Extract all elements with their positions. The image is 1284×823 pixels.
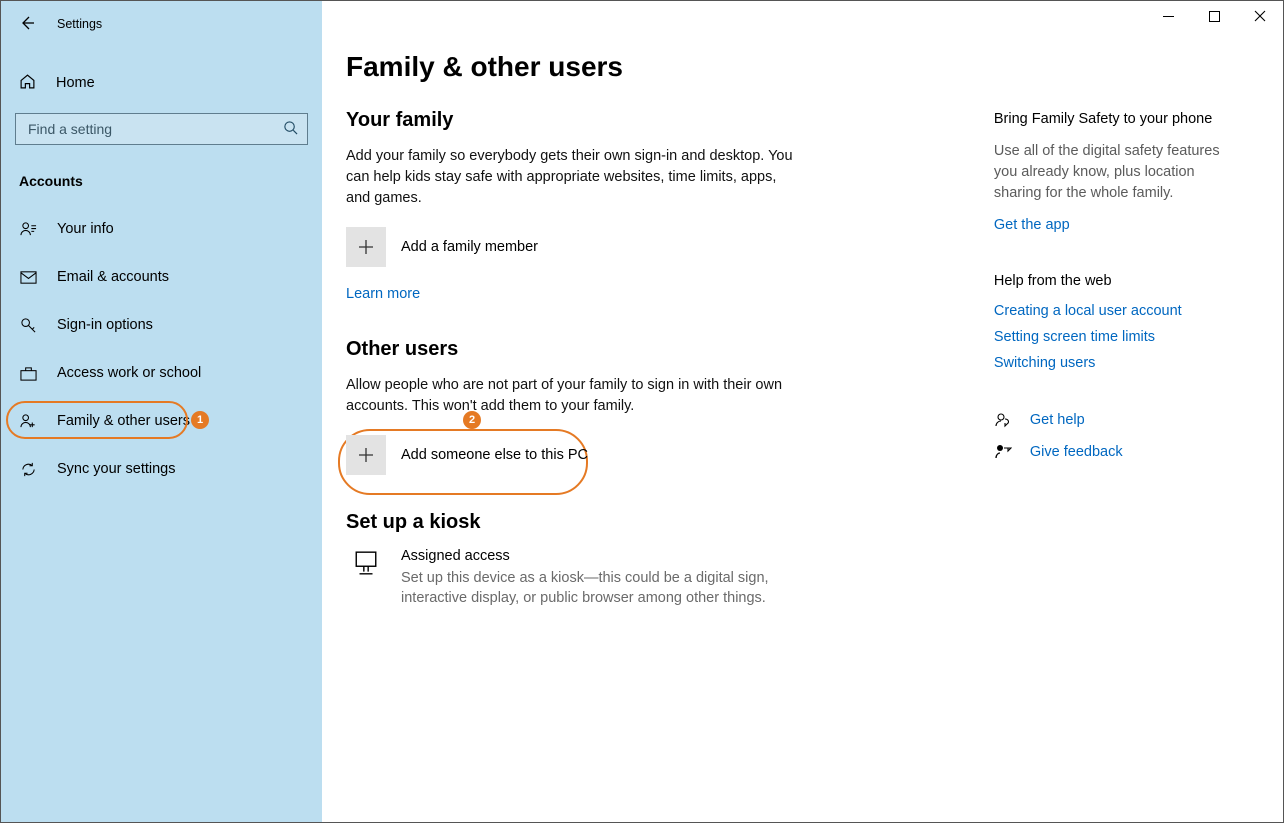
sidebar-item-label: Sign-in options <box>57 317 153 333</box>
plus-icon <box>346 227 386 267</box>
web-link-screen-time[interactable]: Setting screen time limits <box>994 329 1243 345</box>
get-app-link[interactable]: Get the app <box>994 217 1070 233</box>
get-help-label: Get help <box>1030 412 1085 428</box>
people-icon <box>19 413 37 430</box>
side-safety-desc: Use all of the digital safety features y… <box>994 141 1243 204</box>
sidebar-item-label: Access work or school <box>57 365 201 381</box>
content-main: Your family Add your family so everybody… <box>346 109 934 609</box>
sidebar-item-label: Your info <box>57 221 114 237</box>
kiosk-title: Assigned access <box>401 548 781 564</box>
sidebar-category: Accounts <box>19 173 304 189</box>
sidebar-item-your-info[interactable]: Your info <box>1 205 322 253</box>
main-panel: Family & other users Your family Add you… <box>322 1 1283 822</box>
plus-icon <box>346 435 386 475</box>
add-family-label: Add a family member <box>401 239 538 255</box>
search-box <box>15 113 308 145</box>
sidebar-item-label: Email & accounts <box>57 269 169 285</box>
section-others-heading: Other users <box>346 338 934 361</box>
home-icon <box>19 73 36 93</box>
settings-app: Settings Home Accounts Your info <box>1 1 1283 822</box>
family-desc: Add your family so everybody gets their … <box>346 146 801 209</box>
web-link-local-account[interactable]: Creating a local user account <box>994 303 1243 319</box>
page-title: Family & other users <box>346 51 1243 83</box>
give-feedback-link[interactable]: Give feedback <box>994 443 1243 461</box>
mail-icon <box>19 269 37 286</box>
search-icon <box>283 120 298 138</box>
nav-list: Your info Email & accounts Sign-in optio… <box>1 205 322 493</box>
section-family-heading: Your family <box>346 109 934 132</box>
sidebar-item-sync[interactable]: Sync your settings <box>1 445 322 493</box>
back-icon[interactable] <box>19 15 35 34</box>
sidebar-item-email[interactable]: Email & accounts <box>1 253 322 301</box>
sidebar-home[interactable]: Home <box>1 63 322 103</box>
window-controls <box>1145 1 1283 31</box>
sidebar: Settings Home Accounts Your info <box>1 1 322 822</box>
feedback-icon <box>994 443 1012 461</box>
learn-more-link[interactable]: Learn more <box>346 286 420 302</box>
close-button[interactable] <box>1237 1 1283 31</box>
others-desc: Allow people who are not part of your fa… <box>346 375 801 417</box>
help-icon <box>994 411 1012 429</box>
side-safety-title: Bring Family Safety to your phone <box>994 111 1243 127</box>
content-columns: Your family Add your family so everybody… <box>346 109 1243 609</box>
sidebar-item-family[interactable]: Family & other users 1 <box>1 397 322 445</box>
side-safety: Bring Family Safety to your phone Use al… <box>994 111 1243 233</box>
add-other-label: Add someone else to this PC <box>401 447 588 463</box>
titlebar-left: Settings <box>1 9 322 39</box>
briefcase-icon <box>19 365 37 382</box>
sidebar-item-label: Sync your settings <box>57 461 175 477</box>
side-support: Get help Give feedback <box>994 411 1243 461</box>
side-web-help: Help from the web Creating a local user … <box>994 273 1243 371</box>
side-web-title: Help from the web <box>994 273 1243 289</box>
sync-icon <box>19 461 37 478</box>
web-link-switching[interactable]: Switching users <box>994 355 1243 371</box>
home-label: Home <box>56 75 95 91</box>
kiosk-desc: Set up this device as a kiosk—this could… <box>401 568 781 609</box>
kiosk-icon <box>346 548 386 609</box>
give-feedback-label: Give feedback <box>1030 444 1123 460</box>
assigned-access-button[interactable]: Assigned access Set up this device as a … <box>346 548 934 609</box>
sidebar-item-work[interactable]: Access work or school <box>1 349 322 397</box>
search-input[interactable] <box>15 113 308 145</box>
annotation-badge-1: 1 <box>191 411 209 429</box>
sidebar-item-signin[interactable]: Sign-in options <box>1 301 322 349</box>
kiosk-text: Assigned access Set up this device as a … <box>401 548 781 609</box>
section-kiosk-heading: Set up a kiosk <box>346 511 934 534</box>
sidebar-item-label: Family & other users <box>57 413 190 429</box>
minimize-button[interactable] <box>1145 1 1191 31</box>
side-web-links: Creating a local user account Setting sc… <box>994 303 1243 371</box>
maximize-button[interactable] <box>1191 1 1237 31</box>
get-help-link[interactable]: Get help <box>994 411 1243 429</box>
add-family-member-button[interactable]: Add a family member <box>346 227 934 267</box>
content-side: Bring Family Safety to your phone Use al… <box>994 109 1243 609</box>
window-title: Settings <box>57 17 102 31</box>
add-other-user-button[interactable]: Add someone else to this PC <box>346 435 591 475</box>
person-icon <box>19 221 37 238</box>
key-icon <box>19 317 37 334</box>
